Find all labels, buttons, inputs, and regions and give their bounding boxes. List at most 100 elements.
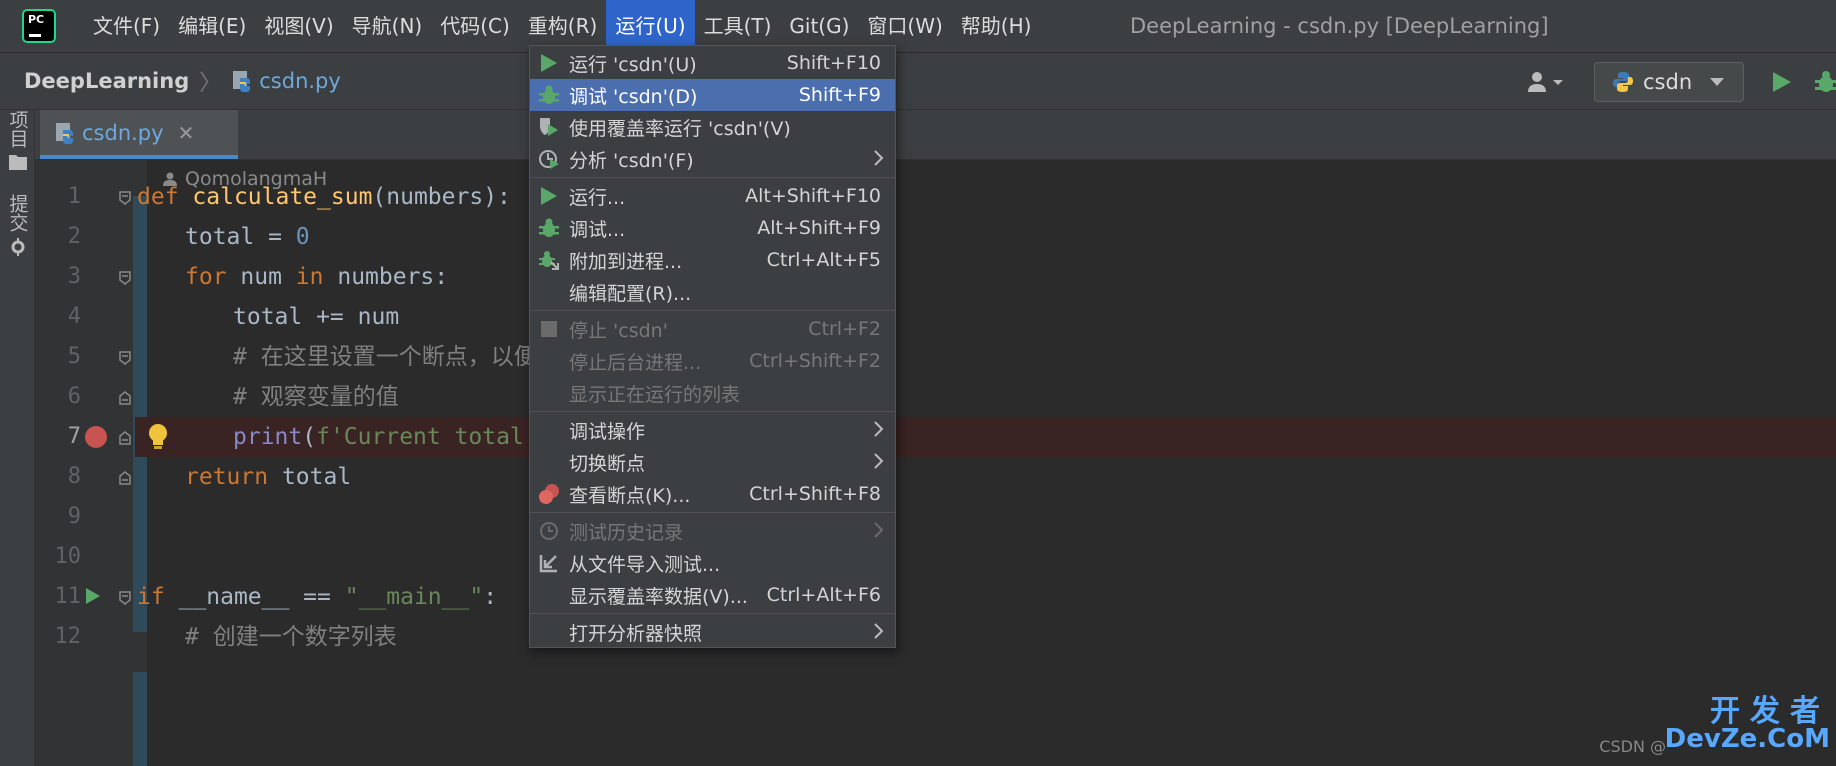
- code-line[interactable]: 7 print(f'Current total: {t: [35, 417, 1836, 457]
- run-button[interactable]: [1762, 62, 1802, 102]
- commit-tool-tab[interactable]: 提交: [4, 194, 32, 256]
- code-line[interactable]: 9: [35, 497, 1836, 537]
- menu-help[interactable]: 帮助(H): [952, 0, 1041, 52]
- menu-item-label: 切换断点: [569, 452, 646, 475]
- project-tool-tab[interactable]: 项目: [4, 110, 32, 170]
- menu-item-run-ellipsis[interactable]: 运行... Alt+Shift+F10: [530, 180, 895, 212]
- project-tool-tab-label: 项目: [6, 110, 29, 148]
- menu-item-label: 停止后台进程...: [569, 351, 702, 374]
- menu-item-show-coverage-data[interactable]: 显示覆盖率数据(V)... Ctrl+Alt+F6: [530, 579, 895, 611]
- fold-icon[interactable]: [119, 351, 131, 365]
- code-line[interactable]: 5 # 在这里设置一个断点，以便在每: [35, 337, 1836, 377]
- code-line[interactable]: 8 return total: [35, 457, 1836, 497]
- code-token: :: [483, 584, 498, 610]
- breadcrumb-project[interactable]: DeepLearning: [24, 69, 189, 93]
- menu-separator: [530, 411, 895, 412]
- menu-item-debugging-actions[interactable]: 调试操作: [530, 414, 895, 446]
- breadcrumb-file[interactable]: csdn.py: [259, 69, 341, 93]
- menu-item-debug-ellipsis[interactable]: 调试... Alt+Shift+F9: [530, 212, 895, 244]
- code-number: 0: [295, 224, 310, 250]
- fold-icon[interactable]: [119, 191, 131, 205]
- menu-item-run-csdn[interactable]: 运行 'csdn'(U) Shift+F10: [530, 47, 895, 79]
- line-number: 2: [67, 224, 81, 249]
- menu-item-stop-csdn[interactable]: 停止 'csdn' Ctrl+F2: [530, 313, 895, 345]
- menu-separator: [530, 512, 895, 513]
- editor-tab-csdn[interactable]: csdn.py ✕: [40, 110, 238, 159]
- line-number: 3: [67, 264, 81, 289]
- code-line[interactable]: 3 for num in numbers:: [35, 257, 1836, 297]
- menu-item-show-running-list[interactable]: 显示正在运行的列表: [530, 377, 895, 409]
- menu-item-label: 使用覆盖率运行 'csdn'(V): [569, 117, 791, 140]
- fold-icon[interactable]: [119, 431, 131, 445]
- code-keyword: for: [185, 264, 227, 290]
- menu-item-label: 调试 'csdn'(D): [569, 85, 698, 108]
- commit-icon: [11, 238, 25, 256]
- menu-view[interactable]: 视图(V): [255, 0, 342, 52]
- menu-item-test-history[interactable]: 测试历史记录: [530, 515, 895, 547]
- line-number: 8: [67, 464, 81, 489]
- code-editor[interactable]: QomolangmaH 1 def calculate_sum(numbers)…: [35, 160, 1836, 766]
- menu-item-label: 从文件导入测试...: [569, 553, 721, 576]
- debug-icon: [539, 85, 559, 104]
- menu-item-stop-background-processes[interactable]: 停止后台进程... Ctrl+Shift+F2: [530, 345, 895, 377]
- attach-debug-icon: [539, 251, 559, 270]
- menu-item-attach-to-process[interactable]: 附加到进程... Ctrl+Alt+F5: [530, 244, 895, 276]
- editor-tab-bar: csdn.py ✕: [35, 110, 1836, 160]
- code-line[interactable]: 1 def calculate_sum(numbers):: [35, 177, 1836, 217]
- code-token: (: [302, 424, 317, 450]
- menu-item-profile-csdn[interactable]: 分析 'csdn'(F): [530, 143, 895, 175]
- menu-separator: [530, 613, 895, 614]
- line-number: 12: [54, 624, 82, 649]
- menu-item-run-with-coverage[interactable]: 使用覆盖率运行 'csdn'(V): [530, 111, 895, 143]
- pycharm-logo-icon: PC: [22, 9, 56, 43]
- menu-item-view-breakpoints[interactable]: 查看断点(K)... Ctrl+Shift+F8: [530, 478, 895, 510]
- code-line[interactable]: 10: [35, 537, 1836, 577]
- menu-separator: [530, 310, 895, 311]
- code-string: f'Current total:: [316, 424, 552, 450]
- menu-item-import-tests-from-file[interactable]: 从文件导入测试...: [530, 547, 895, 579]
- window-title: DeepLearning - csdn.py [DeepLearning]: [1130, 14, 1549, 38]
- code-line[interactable]: 6 # 观察变量的值: [35, 377, 1836, 417]
- code-text: total = 0: [185, 217, 310, 257]
- menu-item-shortcut: Ctrl+Alt+F5: [766, 249, 881, 271]
- menu-item-label: 停止 'csdn': [569, 319, 668, 342]
- code-line[interactable]: 2 total = 0: [35, 217, 1836, 257]
- nav-toolbar: csdn: [1520, 53, 1836, 110]
- coverage-icon: [540, 118, 558, 136]
- menu-separator: [530, 177, 895, 178]
- fold-icon[interactable]: [119, 591, 131, 605]
- debug-button[interactable]: [1806, 62, 1836, 102]
- menu-item-edit-configurations[interactable]: 编辑配置(R)...: [530, 276, 895, 308]
- fold-icon[interactable]: [119, 271, 131, 285]
- menu-item-debug-csdn[interactable]: 调试 'csdn'(D) Shift+F9: [530, 79, 895, 111]
- menu-navigate[interactable]: 导航(N): [343, 0, 432, 52]
- fold-icon[interactable]: [119, 471, 131, 485]
- menu-item-label: 运行 'csdn'(U): [569, 53, 697, 76]
- code-line[interactable]: 12 # 创建一个数字列表: [35, 617, 1836, 657]
- code-keyword: if: [137, 584, 165, 610]
- menu-item-label: 显示正在运行的列表: [569, 383, 741, 406]
- code-keyword: return: [185, 464, 269, 490]
- folder-icon: [9, 155, 27, 170]
- code-token: total: [268, 464, 352, 490]
- run-configuration-selector[interactable]: csdn: [1594, 61, 1744, 102]
- menu-edit[interactable]: 编辑(E): [169, 0, 255, 52]
- menu-code[interactable]: 代码(C): [431, 0, 519, 52]
- user-menu-button[interactable]: [1520, 62, 1570, 102]
- code-line[interactable]: 4 total += num: [35, 297, 1836, 337]
- close-icon[interactable]: ✕: [178, 121, 195, 145]
- lightbulb-icon[interactable]: [147, 423, 169, 451]
- history-icon: [540, 522, 558, 540]
- code-line[interactable]: 11 if __name__ == "__main__":: [35, 577, 1836, 617]
- menu-file[interactable]: 文件(F): [84, 0, 169, 52]
- run-gutter-icon[interactable]: [85, 587, 101, 605]
- commit-tool-tab-label: 提交: [6, 194, 29, 232]
- line-number: 6: [67, 384, 81, 409]
- breakpoint-icon[interactable]: [85, 426, 107, 448]
- fold-icon[interactable]: [119, 391, 131, 405]
- tool-window-strip: 项目 提交: [0, 110, 35, 766]
- menu-item-open-profiler-snapshot[interactable]: 打开分析器快照: [530, 616, 895, 648]
- menu-item-toggle-breakpoint[interactable]: 切换断点: [530, 446, 895, 478]
- menu-item-shortcut: Shift+F9: [798, 84, 881, 106]
- watermark: 开发者 DevZe.CoM: [1665, 686, 1830, 754]
